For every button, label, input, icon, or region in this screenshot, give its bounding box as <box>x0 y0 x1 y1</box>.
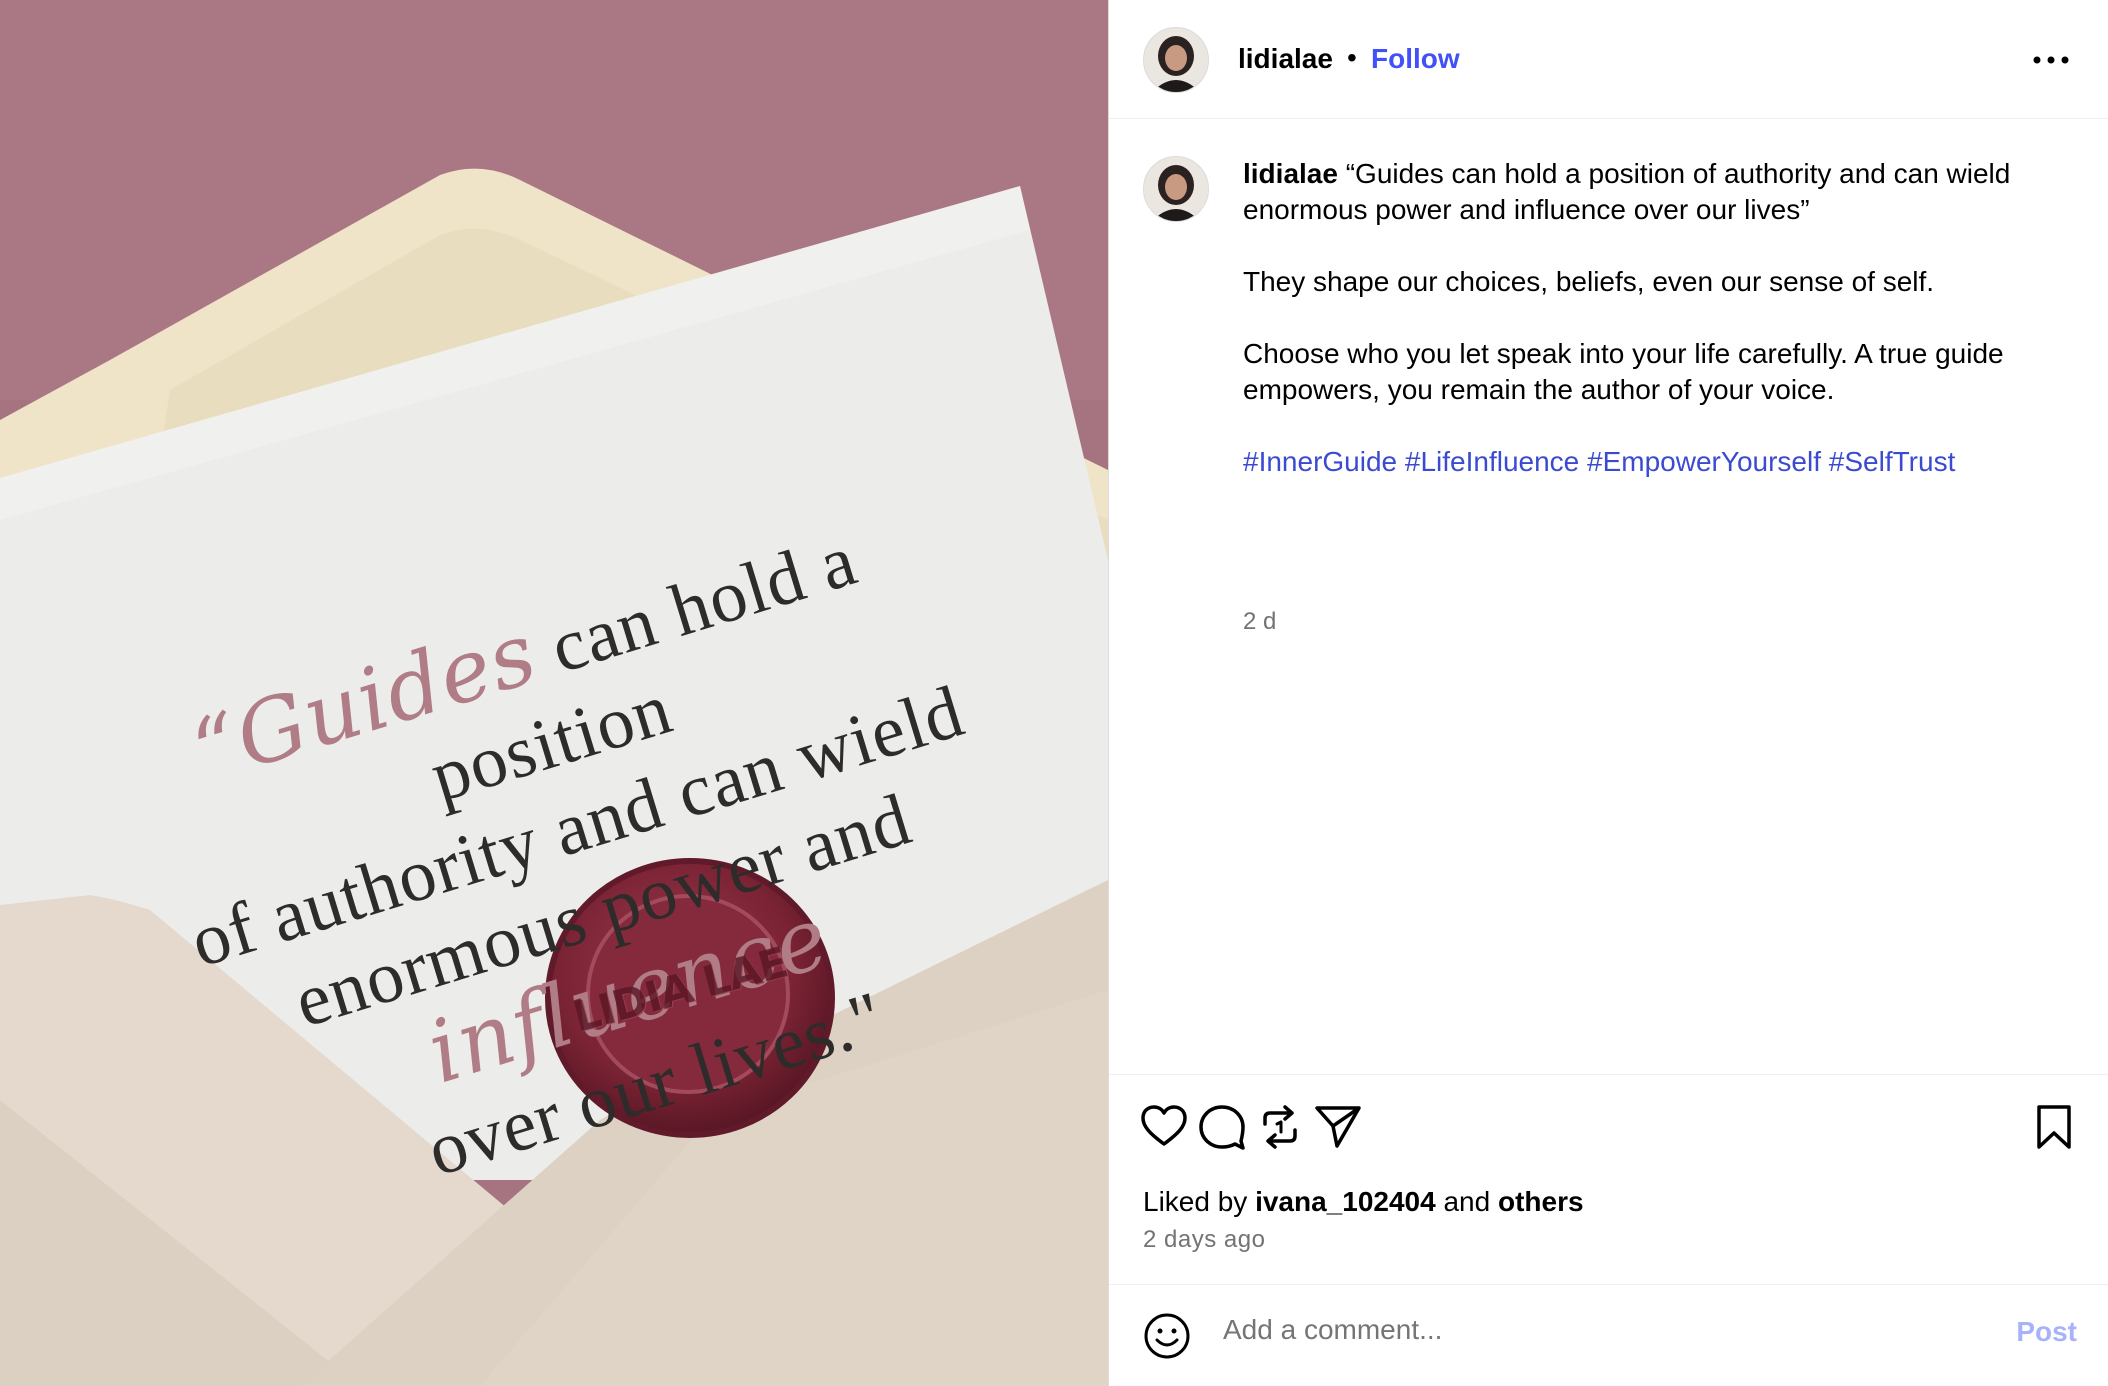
comment-input[interactable] <box>1223 1314 1983 1346</box>
caption-quote: “Guides can hold a position of authority… <box>1243 158 2011 225</box>
emoji-icon[interactable] <box>1143 1312 1191 1360</box>
bookmark-icon[interactable] <box>2029 1102 2079 1152</box>
separator-dot: • <box>1347 42 1357 73</box>
caption-paragraph-2: They shape our choices, beliefs, even ou… <box>1243 266 1935 297</box>
comment-bar: Post <box>1109 1284 2108 1386</box>
send-icon[interactable] <box>1313 1102 1363 1152</box>
likes-prefix: Liked by <box>1143 1186 1256 1217</box>
more-horizontal-icon[interactable] <box>2029 45 2073 75</box>
liked-by-user-link[interactable]: ivana_102404 <box>1255 1186 1436 1217</box>
repost-icon[interactable] <box>1255 1102 1305 1152</box>
caption-avatar[interactable] <box>1143 156 1209 222</box>
avatar[interactable] <box>1143 27 1209 93</box>
post-timestamp[interactable]: 2 days ago <box>1143 1226 1265 1254</box>
username-link[interactable]: lidialae <box>1238 43 1333 75</box>
action-bar <box>1109 1074 2108 1174</box>
profile-photo-icon <box>1144 157 1208 221</box>
caption-timestamp[interactable]: 2 d <box>1243 608 1276 636</box>
likes-summary: Liked by ivana_102404 and others <box>1143 1186 1584 1218</box>
caption-username[interactable]: lidialae <box>1243 158 1338 189</box>
caption-area: lidialae “Guides can hold a position of … <box>1109 118 2108 1074</box>
caption-paragraph-3: Choose who you let speak into your life … <box>1243 338 2004 405</box>
post-comment-button[interactable]: Post <box>2016 1316 2077 1348</box>
post-header: lidialae • Follow <box>1109 0 2108 119</box>
caption-text: lidialae “Guides can hold a position of … <box>1243 156 2063 516</box>
likes-others-link[interactable]: others <box>1498 1186 1584 1217</box>
heart-icon[interactable] <box>1139 1102 1189 1152</box>
profile-photo-icon <box>1144 28 1208 92</box>
likes-middle: and <box>1435 1186 1498 1217</box>
comment-icon[interactable] <box>1197 1102 1247 1152</box>
post-image[interactable]: “Guides can hold a position of authority… <box>0 0 1108 1386</box>
caption-hashtags[interactable]: #InnerGuide #LifeInfluence #EmpowerYours… <box>1243 444 2063 480</box>
follow-button[interactable]: Follow <box>1371 43 1460 75</box>
post-side-panel: lidialae • Follow lidialae “Guides can h… <box>1108 0 2108 1386</box>
